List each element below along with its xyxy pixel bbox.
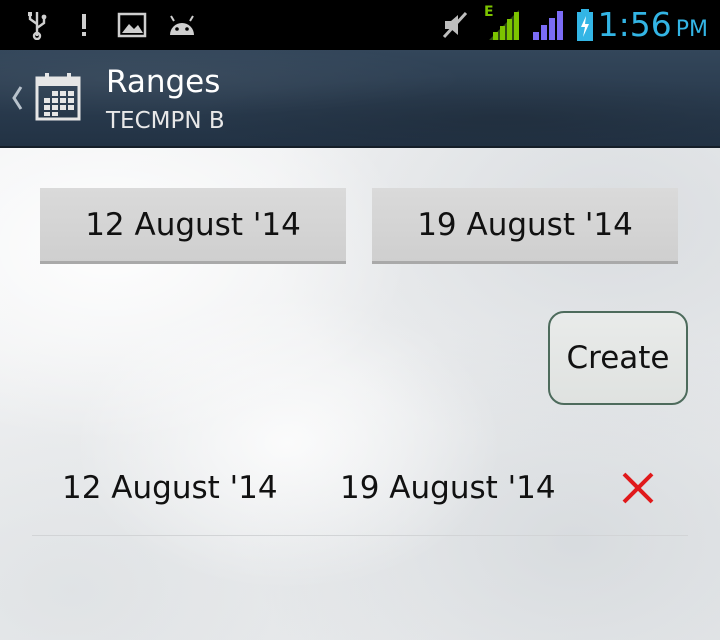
status-bar: E 1:56 PM [0, 0, 720, 50]
page-subtitle: TECMPN B [106, 108, 225, 134]
delete-x-icon[interactable] [618, 468, 658, 508]
battery-charging-icon [572, 0, 598, 50]
create-button[interactable]: Create [548, 311, 688, 405]
mute-icon [440, 0, 470, 50]
signal-icon [528, 0, 568, 50]
calendar-icon[interactable] [34, 72, 82, 122]
status-clock: 1:56 PM [598, 0, 708, 50]
network-type-label: E [484, 4, 494, 20]
back-caret-icon[interactable] [6, 76, 28, 120]
clock-time: 1:56 [597, 5, 672, 44]
main-content: 12 August '14 19 August '14 Create 12 Au… [0, 148, 720, 640]
clock-ampm: PM [675, 17, 708, 42]
action-bar: Ranges TECMPN B [0, 50, 720, 148]
range-from-date: 12 August '14 [62, 470, 278, 506]
from-date-button[interactable]: 12 August '14 [40, 188, 346, 264]
range-to-date: 19 August '14 [340, 470, 556, 506]
page-title: Ranges [106, 64, 221, 100]
range-list-item: 12 August '14 19 August '14 [32, 452, 688, 536]
signal-e-icon: E [482, 0, 522, 50]
alert-icon [72, 0, 96, 50]
android-icon [164, 0, 200, 50]
image-icon [114, 0, 150, 50]
to-date-button[interactable]: 19 August '14 [372, 188, 678, 264]
usb-icon [22, 0, 52, 50]
